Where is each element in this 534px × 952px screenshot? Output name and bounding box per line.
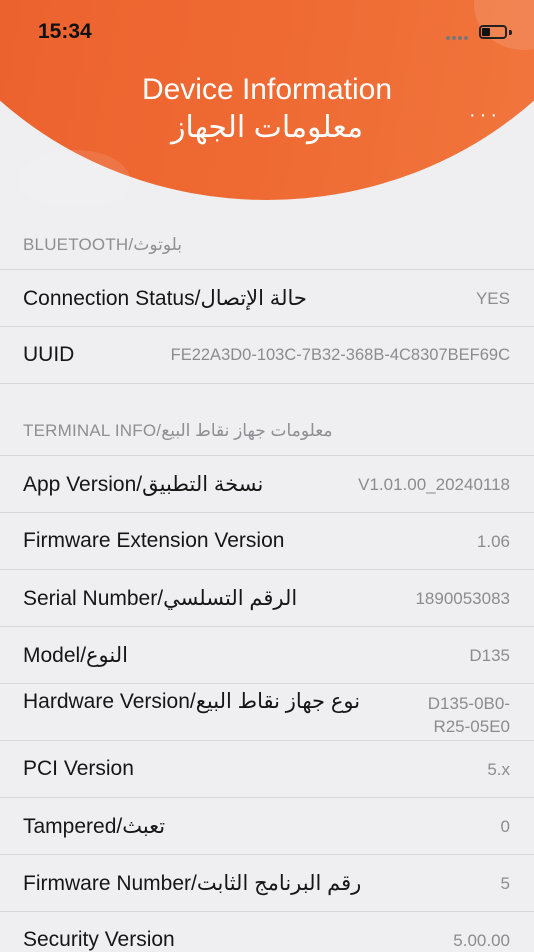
row-label: Firmware Number/رقم البرنامج الثابت [23, 872, 362, 895]
row-label: Serial Number/الرقم التسلسي [23, 587, 298, 610]
row-firmware-number: Firmware Number/رقم البرنامج الثابت 5 [0, 854, 534, 911]
row-pci-version: PCI Version 5.x [0, 740, 534, 797]
row-label: Hardware Version/نوع جهاز نقاط البيع [23, 690, 361, 713]
row-label: Firmware Extension Version [23, 529, 285, 552]
status-time: 15:34 [38, 20, 92, 43]
row-value: YES [475, 289, 510, 308]
row-app-version: App Version/نسخة التطبيق V1.01.00_202401… [0, 455, 534, 512]
row-value: FE22A3D0-103C-7B32-368B-4C8307BEF69C [170, 346, 510, 364]
row-value: D135 [469, 646, 510, 665]
section-header-bluetooth: BLUETOOTH/بلوتوث [23, 235, 182, 254]
row-connection-status: Connection Status/حالة الإتصال YES [0, 269, 534, 326]
page-title: Device Information [141, 73, 393, 106]
row-value: D135-0B0-R25-05E0 [427, 694, 510, 736]
page-title-arabic: معلومات الجهاز [170, 111, 364, 144]
row-uuid: UUID FE22A3D0-103C-7B32-368B-4C8307BEF69… [0, 326, 534, 384]
more-options-button[interactable]: ··· [462, 103, 508, 127]
row-label: PCI Version [23, 757, 134, 780]
row-model: Model/النوع D135 [0, 626, 534, 683]
row-label: Tampered/تعبث [23, 815, 166, 838]
row-label: Security Version [23, 928, 175, 951]
row-security-version: Security Version 5.00.00 [0, 911, 534, 951]
row-hardware-version: Hardware Version/نوع جهاز نقاط البيع D13… [0, 683, 534, 740]
row-value: 5.00.00 [453, 931, 510, 950]
row-tampered: Tampered/تعبث 0 [0, 797, 534, 854]
battery-tip [509, 30, 512, 35]
row-firmware-extension: Firmware Extension Version 1.06 [0, 512, 534, 569]
section-header-terminal: TERMINAL INFO/معلومات جهاز نقاط البيع [23, 421, 333, 440]
row-label: Model/النوع [23, 644, 128, 667]
row-value: 5 [500, 874, 510, 893]
row-label: App Version/نسخة التطبيق [23, 473, 264, 496]
header-decoration [20, 150, 130, 205]
row-value: 1.06 [476, 532, 510, 551]
battery-icon [479, 25, 507, 39]
row-value: 1890053083 [415, 589, 510, 608]
row-serial-number: Serial Number/الرقم التسلسي 1890053083 [0, 569, 534, 626]
header: 15:34 Device Information معلومات الجهاز … [0, 0, 534, 205]
signal-icon [446, 36, 468, 40]
row-label: Connection Status/حالة الإتصال [23, 287, 307, 310]
row-value: V1.01.00_20240118 [358, 475, 510, 494]
row-value: 0 [500, 817, 510, 836]
row-label: UUID [23, 343, 75, 366]
row-value: 5.x [487, 760, 510, 779]
